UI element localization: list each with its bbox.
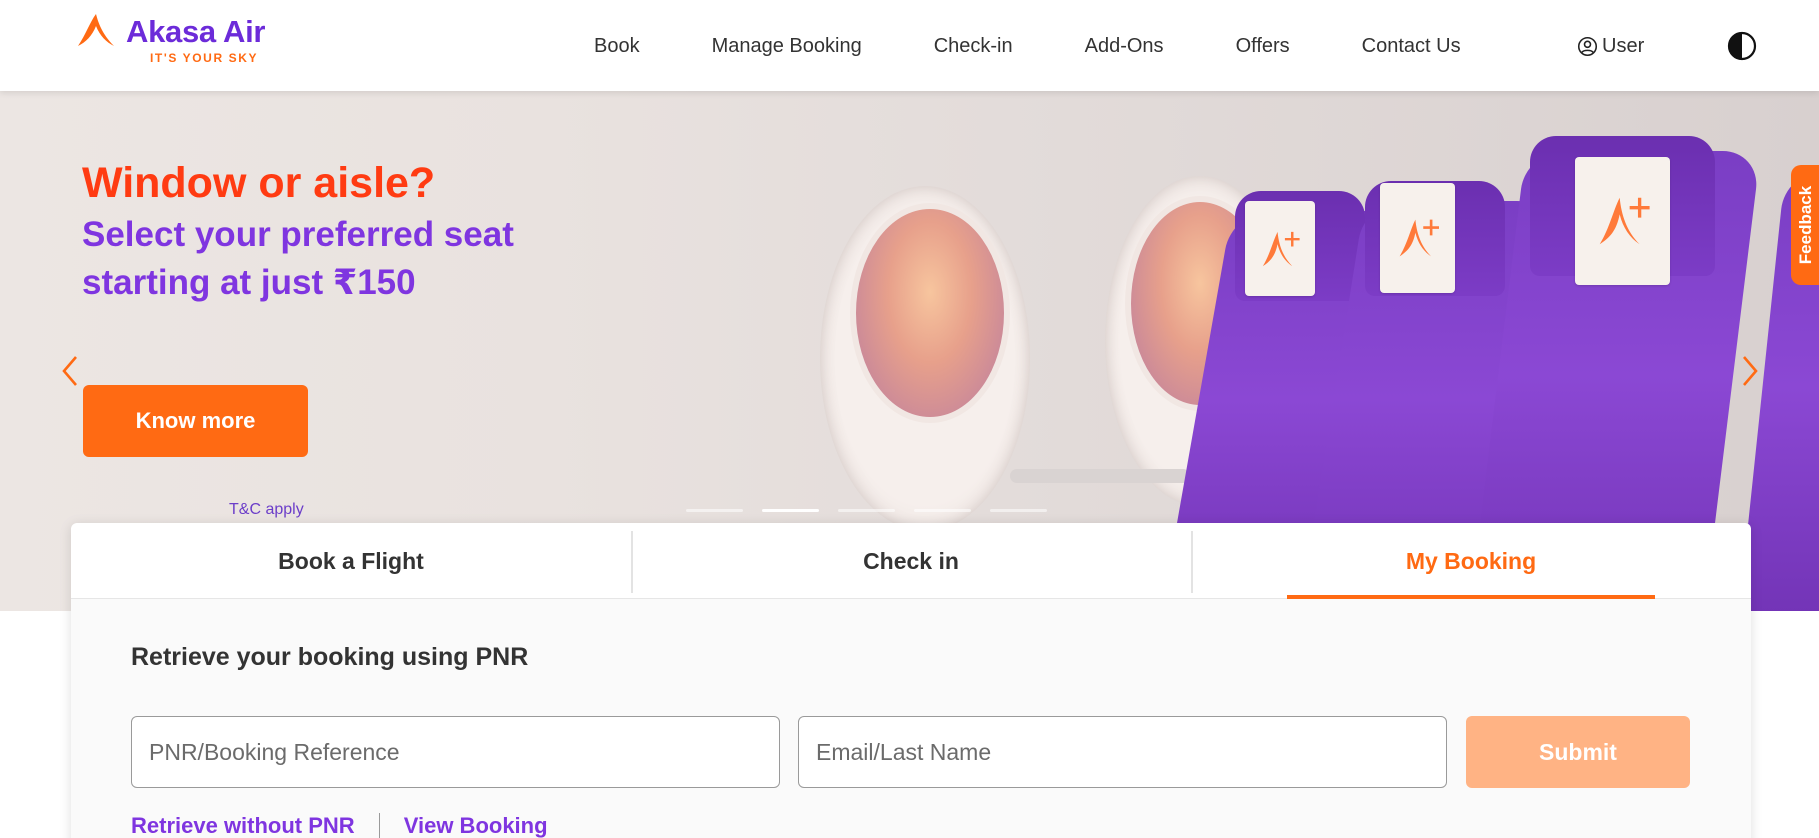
carousel-dots bbox=[686, 509, 1066, 512]
brand-name: Akasa Air bbox=[126, 14, 266, 49]
know-more-button[interactable]: Know more bbox=[83, 385, 308, 457]
carousel-dot[interactable] bbox=[838, 509, 895, 512]
akasa-plus-icon bbox=[1399, 219, 1439, 257]
nav-check-in[interactable]: Check-in bbox=[934, 33, 1013, 59]
akasa-logo-icon bbox=[78, 14, 114, 46]
akasa-plus-icon bbox=[1262, 231, 1300, 266]
hero-title: Window or aisle? bbox=[82, 159, 436, 207]
seat-cover bbox=[1245, 201, 1315, 296]
view-booking-link[interactable]: View Booking bbox=[404, 813, 548, 838]
carousel-dot-active[interactable] bbox=[762, 509, 819, 512]
tc-apply-link[interactable]: T&C apply bbox=[229, 501, 304, 519]
carousel-dot[interactable] bbox=[914, 509, 971, 512]
nav-offers[interactable]: Offers bbox=[1236, 33, 1290, 59]
user-circle-icon bbox=[1577, 36, 1598, 56]
site-header: Akasa Air IT'S YOUR SKY Book Manage Book… bbox=[0, 0, 1819, 91]
pnr-input[interactable] bbox=[131, 716, 780, 788]
retrieve-title: Retrieve your booking using PNR bbox=[131, 643, 529, 671]
link-divider bbox=[378, 813, 380, 838]
user-menu[interactable]: User bbox=[1577, 33, 1644, 59]
chevron-left-icon[interactable] bbox=[58, 353, 82, 389]
carousel-dot[interactable] bbox=[686, 509, 743, 512]
brand-tagline: IT'S YOUR SKY bbox=[150, 51, 259, 65]
feedback-tab[interactable]: Feedback bbox=[1791, 165, 1819, 285]
main-nav: Book Manage Booking Check-in Add-Ons Off… bbox=[594, 33, 1461, 59]
armrest bbox=[1010, 469, 1190, 483]
tab-check-in[interactable]: Check in bbox=[631, 523, 1191, 599]
seat-cover bbox=[1575, 157, 1670, 285]
chevron-right-icon[interactable] bbox=[1738, 353, 1762, 389]
tab-my-booking[interactable]: My Booking bbox=[1191, 523, 1751, 599]
window-glass bbox=[850, 203, 1010, 423]
booking-links: Retrieve without PNR View Booking bbox=[131, 813, 548, 838]
carousel-dot[interactable] bbox=[990, 509, 1047, 512]
submit-button[interactable]: Submit bbox=[1466, 716, 1690, 788]
contrast-icon[interactable] bbox=[1727, 31, 1757, 61]
nav-book[interactable]: Book bbox=[594, 33, 640, 59]
booking-tabs: Book a Flight Check in My Booking bbox=[71, 523, 1751, 599]
akasa-air-logo[interactable]: Akasa Air IT'S YOUR SKY bbox=[76, 12, 276, 68]
user-label: User bbox=[1602, 34, 1645, 57]
seat-cover bbox=[1380, 183, 1455, 293]
hero-subtitle: Select your preferred seat starting at j… bbox=[82, 215, 514, 302]
my-booking-panel: Retrieve your booking using PNR Submit R… bbox=[71, 599, 1751, 838]
feedback-label: Feedback bbox=[1796, 185, 1815, 265]
akasa-plus-icon bbox=[1599, 197, 1650, 245]
tab-book-a-flight[interactable]: Book a Flight bbox=[71, 523, 631, 599]
nav-add-ons[interactable]: Add-Ons bbox=[1085, 33, 1164, 59]
retrieve-without-pnr-link[interactable]: Retrieve without PNR bbox=[131, 813, 355, 838]
nav-manage-booking[interactable]: Manage Booking bbox=[712, 33, 862, 59]
email-last-name-input[interactable] bbox=[798, 716, 1447, 788]
nav-contact-us[interactable]: Contact Us bbox=[1362, 33, 1461, 59]
booking-widget: Book a Flight Check in My Booking Retrie… bbox=[71, 523, 1751, 838]
